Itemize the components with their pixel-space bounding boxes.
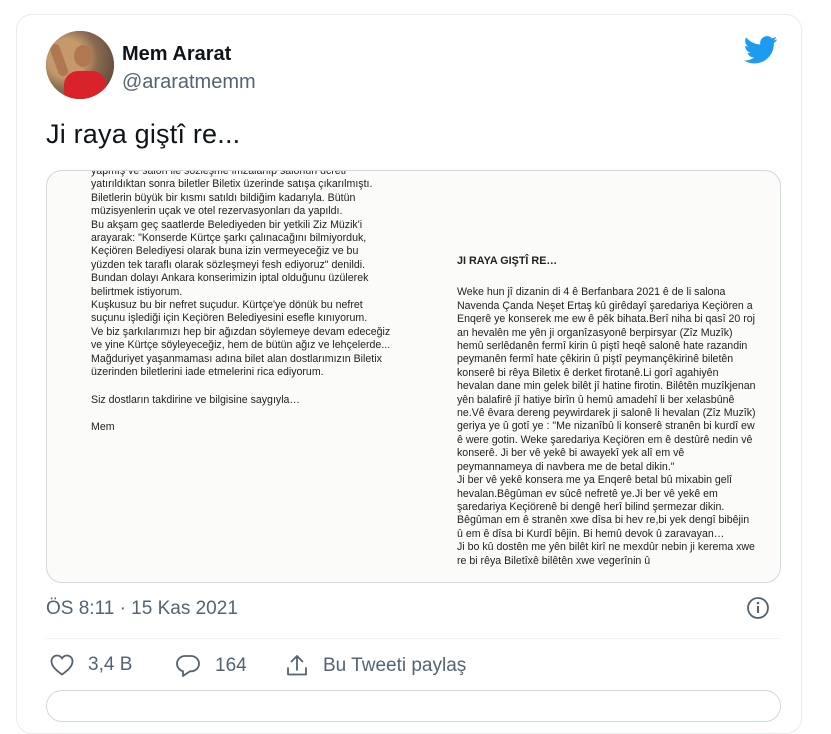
tweet-text: Ji raya giştî re... xyxy=(46,119,241,149)
right-page-heading: JI RAYA GIŞTÎ RE… xyxy=(457,255,558,267)
reply-icon xyxy=(176,655,200,677)
tweet-media-image[interactable]: yapmış ve salon ile sözleşme imzalanıp s… xyxy=(46,170,781,583)
document-left-page: yapmış ve salon ile sözleşme imzalanıp s… xyxy=(91,170,391,443)
reply-button[interactable]: 164 xyxy=(175,654,247,678)
display-name[interactable]: Mem Ararat xyxy=(122,43,231,66)
user-handle[interactable]: @araratmemm xyxy=(122,71,256,94)
tweet-timestamp[interactable]: ÖS 8:11 · 15 Kas 2021 xyxy=(46,598,238,620)
right-page-body: Weke hun jî dizanin di 4 ê Berfanbara 20… xyxy=(457,286,756,567)
heart-icon xyxy=(50,654,74,676)
share-button[interactable]: Bu Tweeti paylaş xyxy=(285,654,466,678)
reply-count: 164 xyxy=(215,655,247,676)
share-icon xyxy=(287,655,307,676)
share-label: Bu Tweeti paylaş xyxy=(323,655,467,676)
left-page-signature: Mem xyxy=(91,420,115,433)
left-page-paragraph: yapmış ve salon ile sözleşme imzalanıp s… xyxy=(91,170,391,379)
left-page-paragraph: Siz dostların takdirine ve bilgisine say… xyxy=(91,393,301,406)
reply-box[interactable] xyxy=(46,690,781,722)
info-icon[interactable] xyxy=(746,596,770,620)
divider xyxy=(46,638,779,639)
like-count: 3,4 B xyxy=(88,654,133,675)
like-button[interactable]: 3,4 B xyxy=(50,654,132,676)
avatar[interactable] xyxy=(46,31,114,99)
document-right-page: JI RAYA GIŞTÎ RE… Weke hun jî dizanin di… xyxy=(457,255,757,568)
twitter-bird-icon[interactable] xyxy=(744,36,778,64)
